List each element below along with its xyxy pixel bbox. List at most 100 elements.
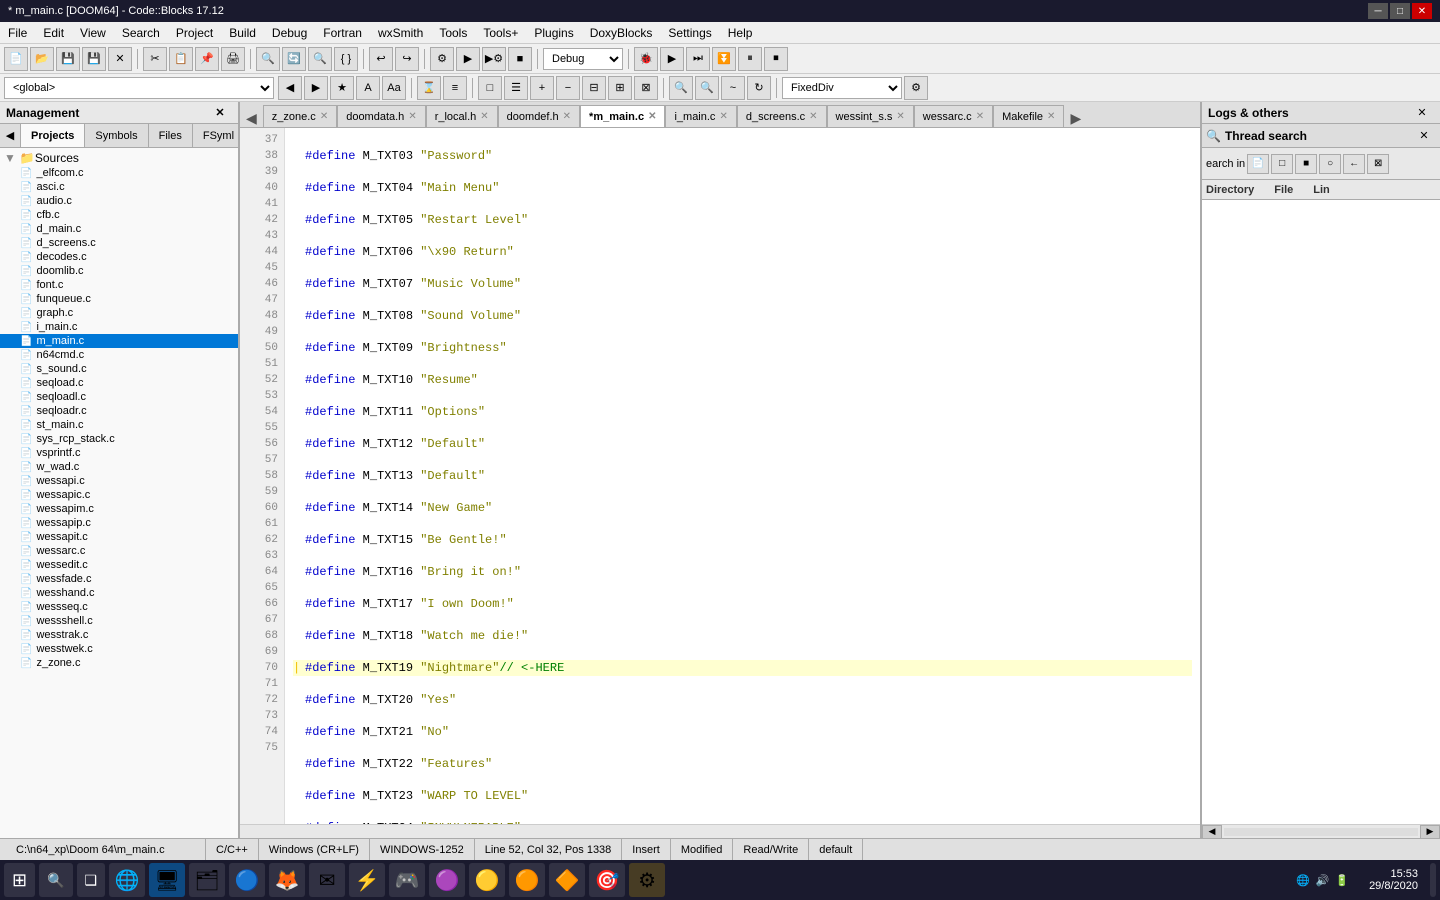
- tab-close-rlocal[interactable]: ✕: [480, 111, 488, 122]
- bookmark-btn[interactable]: ★: [330, 76, 354, 100]
- file-dscreens[interactable]: 📄d_screens.c: [0, 236, 238, 250]
- tab-close-mmain[interactable]: ✕: [648, 111, 656, 122]
- save-all-btn[interactable]: 💾: [82, 47, 106, 71]
- search-option-2[interactable]: □: [1271, 154, 1293, 174]
- file-zzone[interactable]: 📄z_zone.c: [0, 656, 238, 670]
- tab-projects[interactable]: Projects: [21, 124, 85, 147]
- file-wessapim[interactable]: 📄wessapim.c: [0, 502, 238, 516]
- file-wessseq[interactable]: 📄wessseq.c: [0, 600, 238, 614]
- search-button[interactable]: 🔍: [39, 863, 72, 897]
- file-wesstwek[interactable]: 📄wesstwek.c: [0, 642, 238, 656]
- file-stmain[interactable]: 📄st_main.c: [0, 418, 238, 432]
- tab-symbols[interactable]: Symbols: [85, 124, 148, 147]
- zoom-out-btn[interactable]: −: [556, 76, 580, 100]
- menu-doxyblocks[interactable]: DoxyBlocks: [582, 22, 661, 43]
- menu-build[interactable]: Build: [221, 22, 264, 43]
- menu-project[interactable]: Project: [168, 22, 221, 43]
- tab-scroll-right[interactable]: ▶: [1064, 110, 1087, 127]
- continue-btn[interactable]: ▶: [660, 47, 684, 71]
- taskbar-app-9[interactable]: 🟣: [429, 863, 465, 897]
- zoom-out2-btn[interactable]: 🔍: [669, 76, 693, 100]
- pause-btn[interactable]: ⏸: [738, 47, 762, 71]
- tab-files[interactable]: Files: [149, 124, 193, 147]
- new-file-btn[interactable]: 📄: [4, 47, 28, 71]
- next-btn[interactable]: ⏭: [686, 47, 710, 71]
- dir-col-line[interactable]: Lin: [1313, 184, 1330, 196]
- menu-search[interactable]: Search: [114, 22, 168, 43]
- start-button[interactable]: ⊞: [4, 863, 35, 897]
- menu-edit[interactable]: Edit: [35, 22, 72, 43]
- taskbar-app-codeblocks[interactable]: ⚙: [629, 863, 665, 897]
- cut-btn[interactable]: ✂: [143, 47, 167, 71]
- file-ssound[interactable]: 📄s_sound.c: [0, 362, 238, 376]
- taskbar-app-7[interactable]: ⚡: [349, 863, 385, 897]
- code-text[interactable]: #define M_TXT03 "Password" #define M_TXT…: [285, 128, 1200, 824]
- close-button[interactable]: ✕: [1412, 3, 1432, 19]
- file-dmain[interactable]: 📄d_main.c: [0, 222, 238, 236]
- maximize-button[interactable]: □: [1390, 3, 1410, 19]
- menu-view[interactable]: View: [72, 22, 114, 43]
- taskbar-app-4[interactable]: 🔵: [229, 863, 265, 897]
- tab-imain[interactable]: i_main.c ✕: [665, 105, 736, 127]
- layout-btn[interactable]: ☰: [504, 76, 528, 100]
- split-v-btn[interactable]: ⊞: [608, 76, 632, 100]
- file-wessarc[interactable]: 📄wessarc.c: [0, 544, 238, 558]
- thread-search-close-btn[interactable]: ✕: [1412, 124, 1436, 148]
- tab-dscreens[interactable]: d_screens.c ✕: [737, 105, 827, 127]
- menu-plugins[interactable]: Plugins: [526, 22, 581, 43]
- find-btn[interactable]: 🔍: [256, 47, 280, 71]
- file-elfcom[interactable]: 📄_elfcom.c: [0, 166, 238, 180]
- taskbar-app-11[interactable]: 🟠: [509, 863, 545, 897]
- file-wessapip[interactable]: 📄wessapip.c: [0, 516, 238, 530]
- file-seqload[interactable]: 📄seqload.c: [0, 376, 238, 390]
- print-btn[interactable]: 🖨: [221, 47, 245, 71]
- file-wwad[interactable]: 📄w_wad.c: [0, 460, 238, 474]
- taskbar-app-1[interactable]: 🌐: [109, 863, 145, 897]
- taskbar-app-10[interactable]: 🟡: [469, 863, 505, 897]
- tab-close-wessarc[interactable]: ✕: [976, 111, 984, 122]
- close-file-btn[interactable]: ✕: [108, 47, 132, 71]
- file-asci[interactable]: 📄asci.c: [0, 180, 238, 194]
- tab-rlocal[interactable]: r_local.h ✕: [426, 105, 498, 127]
- nav-back-btn[interactable]: ◀: [278, 76, 302, 100]
- zoom-in-btn[interactable]: +: [530, 76, 554, 100]
- file-wessshell[interactable]: 📄wessshell.c: [0, 614, 238, 628]
- horizontal-scrollbar[interactable]: [240, 824, 1200, 838]
- file-graph[interactable]: 📄graph.c: [0, 306, 238, 320]
- highlight-btn[interactable]: A: [356, 76, 380, 100]
- dir-col-file[interactable]: File: [1274, 184, 1293, 196]
- zoom-in2-btn[interactable]: 🔍: [695, 76, 719, 100]
- file-wesshand[interactable]: 📄wesshand.c: [0, 586, 238, 600]
- menu-file[interactable]: File: [0, 22, 35, 43]
- tab-scroll-left[interactable]: ◀: [240, 110, 263, 127]
- tab-close-dscreens[interactable]: ✕: [809, 111, 817, 122]
- tab-makefile[interactable]: Makefile ✕: [993, 105, 1064, 127]
- run-btn[interactable]: ▶: [456, 47, 480, 71]
- right-hscrollbar[interactable]: ◀ ▶: [1202, 824, 1440, 838]
- step-btn[interactable]: ⏬: [712, 47, 736, 71]
- stop-debug-btn[interactable]: ⏹: [764, 47, 788, 71]
- font-settings-btn[interactable]: ⚙: [904, 76, 928, 100]
- file-wessapic[interactable]: 📄wessapic.c: [0, 488, 238, 502]
- scroll-left-btn[interactable]: ◀: [1202, 825, 1222, 839]
- save-btn[interactable]: 💾: [56, 47, 80, 71]
- search-option-6[interactable]: ⊠: [1367, 154, 1389, 174]
- file-doomlib[interactable]: 📄doomlib.c: [0, 264, 238, 278]
- match-case-btn[interactable]: Aa: [382, 76, 406, 100]
- show-desktop-btn[interactable]: [1430, 863, 1436, 897]
- taskbar-app-2[interactable]: 🖥: [149, 863, 185, 897]
- global-scope-dropdown[interactable]: <global>: [4, 77, 274, 99]
- configuration-dropdown[interactable]: Debug Release: [543, 48, 623, 70]
- file-imain[interactable]: 📄i_main.c: [0, 320, 238, 334]
- menu-tools-plus[interactable]: Tools+: [475, 22, 526, 43]
- stop-btn[interactable]: ■: [508, 47, 532, 71]
- code-btn2[interactable]: ≡: [443, 76, 467, 100]
- debug-btn[interactable]: 🐞: [634, 47, 658, 71]
- file-sysrcp[interactable]: 📄sys_rcp_stack.c: [0, 432, 238, 446]
- font-dropdown[interactable]: FixedDiv: [782, 77, 902, 99]
- tab-doomdata[interactable]: doomdata.h ✕: [337, 105, 426, 127]
- dir-col-directory[interactable]: Directory: [1206, 184, 1254, 196]
- taskbar-clock[interactable]: 15:53 29/8/2020: [1361, 868, 1426, 892]
- taskbar-app-3[interactable]: 🗂: [189, 863, 225, 897]
- management-close-btn[interactable]: ✕: [208, 102, 232, 125]
